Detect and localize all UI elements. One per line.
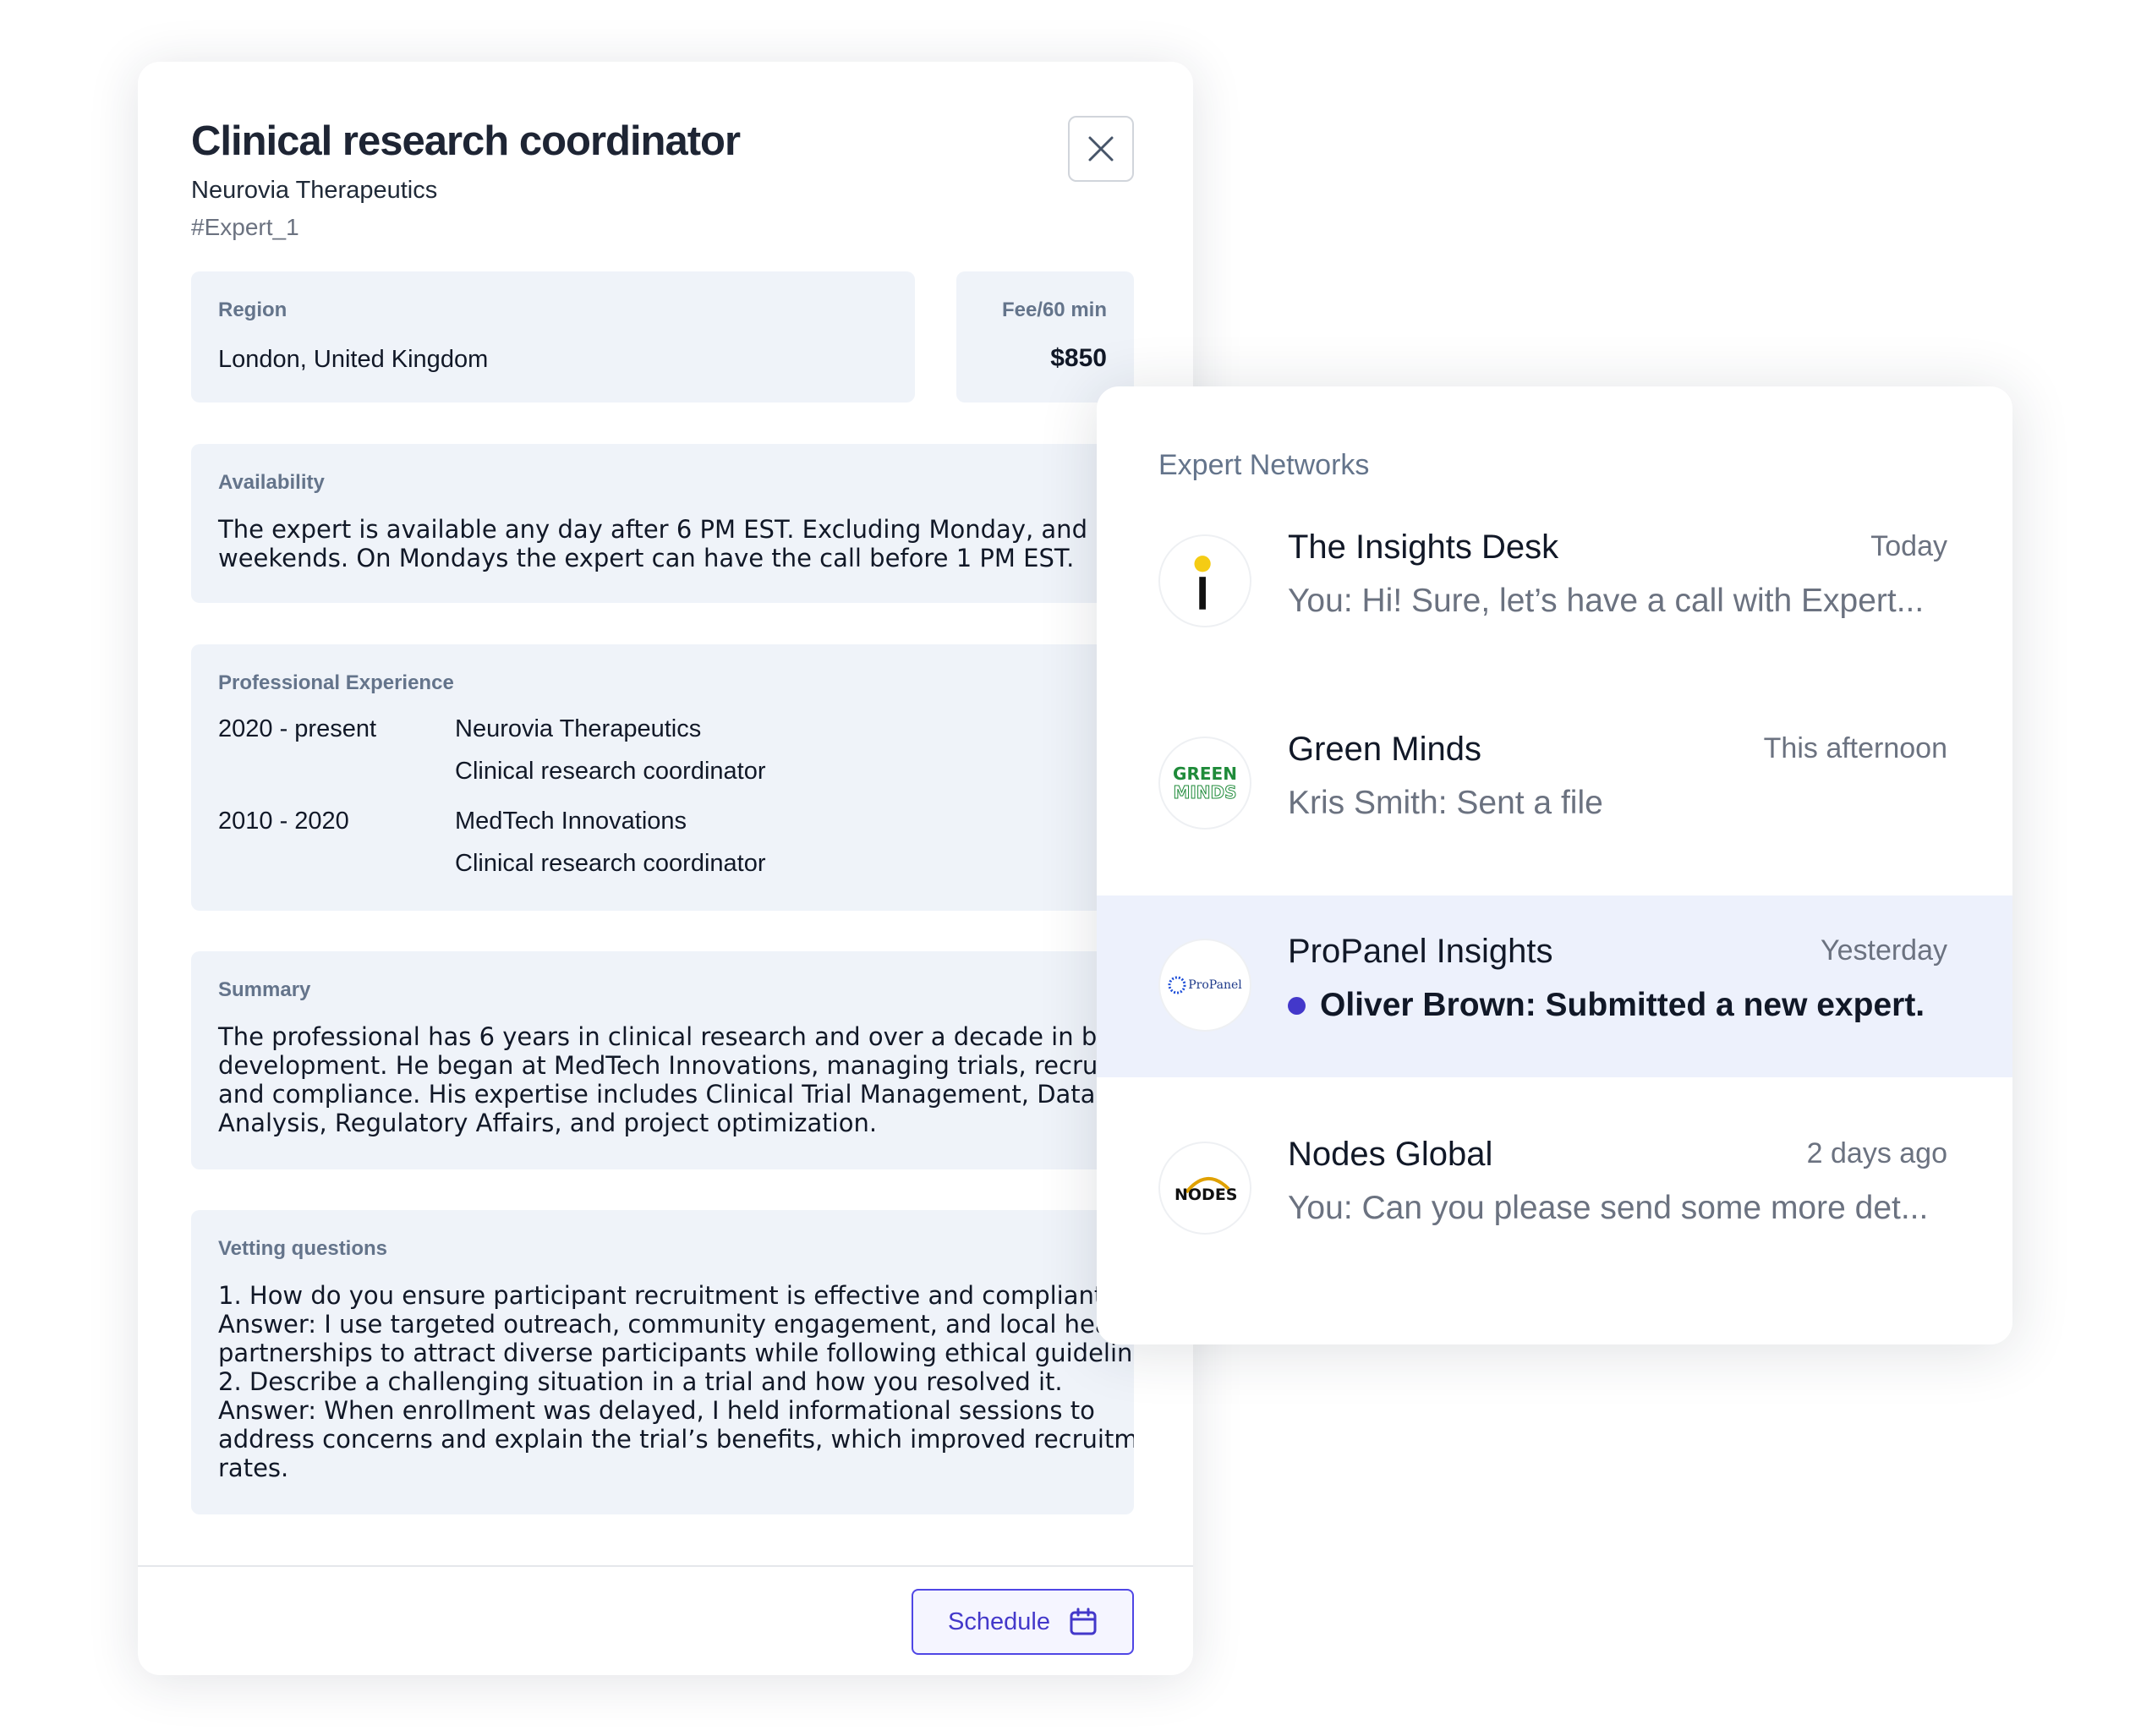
network-time: This afternoon	[1763, 732, 1947, 764]
expert-id: #Expert_1	[191, 214, 299, 240]
availability-box: Availability The expert is available any…	[191, 444, 1134, 603]
network-message: Kris Smith: Sent a file	[1288, 785, 1603, 821]
region-value: London, United Kingdom	[218, 346, 489, 373]
experience-period: 2020 - present	[218, 715, 377, 742]
vetting-box: Vetting questions 1. How do you ensure p…	[191, 1210, 1134, 1514]
network-name: ProPanel Insights	[1288, 933, 1553, 970]
experience-company: Neurovia Therapeutics	[455, 715, 702, 742]
network-message: You: Can you please send some more det..…	[1288, 1190, 1929, 1226]
network-time: Yesterday	[1821, 934, 1947, 967]
network-message-unread: Oliver Brown: Submitted a new expert.	[1288, 987, 1925, 1024]
unread-dot-icon	[1288, 996, 1306, 1015]
summary-box: Summary The professional has 6 years in …	[191, 951, 1134, 1169]
region-label: Region	[218, 298, 287, 321]
propanel-logo-mark	[1168, 976, 1186, 994]
network-item[interactable]: The Insights Desk Today You: Hi! Sure, l…	[1097, 491, 2012, 673]
summary-text: The professional has 6 years in clinical…	[218, 1022, 1134, 1137]
expert-networks-panel: Expert Networks The Insights Desk Today …	[1097, 386, 2012, 1344]
close-button[interactable]	[1068, 116, 1134, 182]
experience-company: MedTech Innovations	[455, 808, 687, 835]
schedule-button[interactable]: Schedule	[912, 1589, 1134, 1655]
experience-period: 2010 - 2020	[218, 808, 349, 835]
propanel-logo: ProPanel	[1158, 939, 1251, 1032]
network-item[interactable]: NODES Nodes Global 2 days ago You: Can y…	[1097, 1098, 2012, 1280]
region-box: Region London, United Kingdom	[191, 271, 915, 403]
schedule-label: Schedule	[948, 1607, 1050, 1635]
fee-box: Fee/60 min $850	[956, 271, 1134, 403]
vetting-text: 1. How do you ensure participant recruit…	[218, 1281, 1134, 1482]
network-message: Oliver Brown: Submitted a new expert.	[1320, 987, 1925, 1023]
fee-label: Fee/60 min	[1001, 298, 1107, 321]
vetting-label: Vetting questions	[218, 1237, 388, 1260]
experience-label: Professional Experience	[218, 671, 454, 694]
network-time: 2 days ago	[1806, 1137, 1947, 1169]
fee-value: $850	[1050, 344, 1107, 372]
insights-desk-logo-mark	[1194, 556, 1211, 610]
network-item[interactable]: GREEN MINDS Green Minds This afternoon K…	[1097, 693, 2012, 875]
experience-box: Professional Experience 2020 - present N…	[191, 644, 1134, 911]
availability-label: Availability	[218, 471, 325, 494]
network-time: Today	[1870, 530, 1947, 562]
expert-detail-card: Clinical research coordinator Neurovia T…	[138, 62, 1193, 1675]
calendar-icon	[1070, 1607, 1097, 1635]
page-title: Clinical research coordinator	[191, 118, 741, 164]
expert-company: Neurovia Therapeutics	[191, 177, 438, 204]
green-minds-logo-text: GREEN	[1173, 764, 1237, 784]
nodes-global-logo-text: NODES	[1175, 1186, 1238, 1204]
network-name: Green Minds	[1288, 731, 1481, 768]
insights-desk-logo	[1158, 534, 1251, 627]
nodes-global-logo: NODES	[1158, 1142, 1251, 1235]
panel-title: Expert Networks	[1158, 449, 1370, 481]
propanel-logo-text: ProPanel	[1188, 978, 1242, 992]
experience-role: Clinical research coordinator	[455, 758, 766, 785]
green-minds-logo-text: MINDS	[1173, 782, 1237, 802]
close-icon	[1088, 136, 1114, 162]
availability-text: The expert is available any day after 6 …	[218, 515, 1087, 572]
green-minds-logo: GREEN MINDS	[1158, 737, 1251, 830]
network-item-active[interactable]: ProPanel ProPanel Insights Yesterday Oli…	[1097, 895, 2012, 1077]
network-name: The Insights Desk	[1288, 528, 1559, 566]
summary-label: Summary	[218, 978, 311, 1001]
experience-role: Clinical research coordinator	[455, 850, 766, 877]
network-message: You: Hi! Sure, let’s have a call with Ex…	[1288, 583, 1925, 619]
footer-divider	[138, 1565, 1193, 1567]
network-name: Nodes Global	[1288, 1136, 1493, 1173]
